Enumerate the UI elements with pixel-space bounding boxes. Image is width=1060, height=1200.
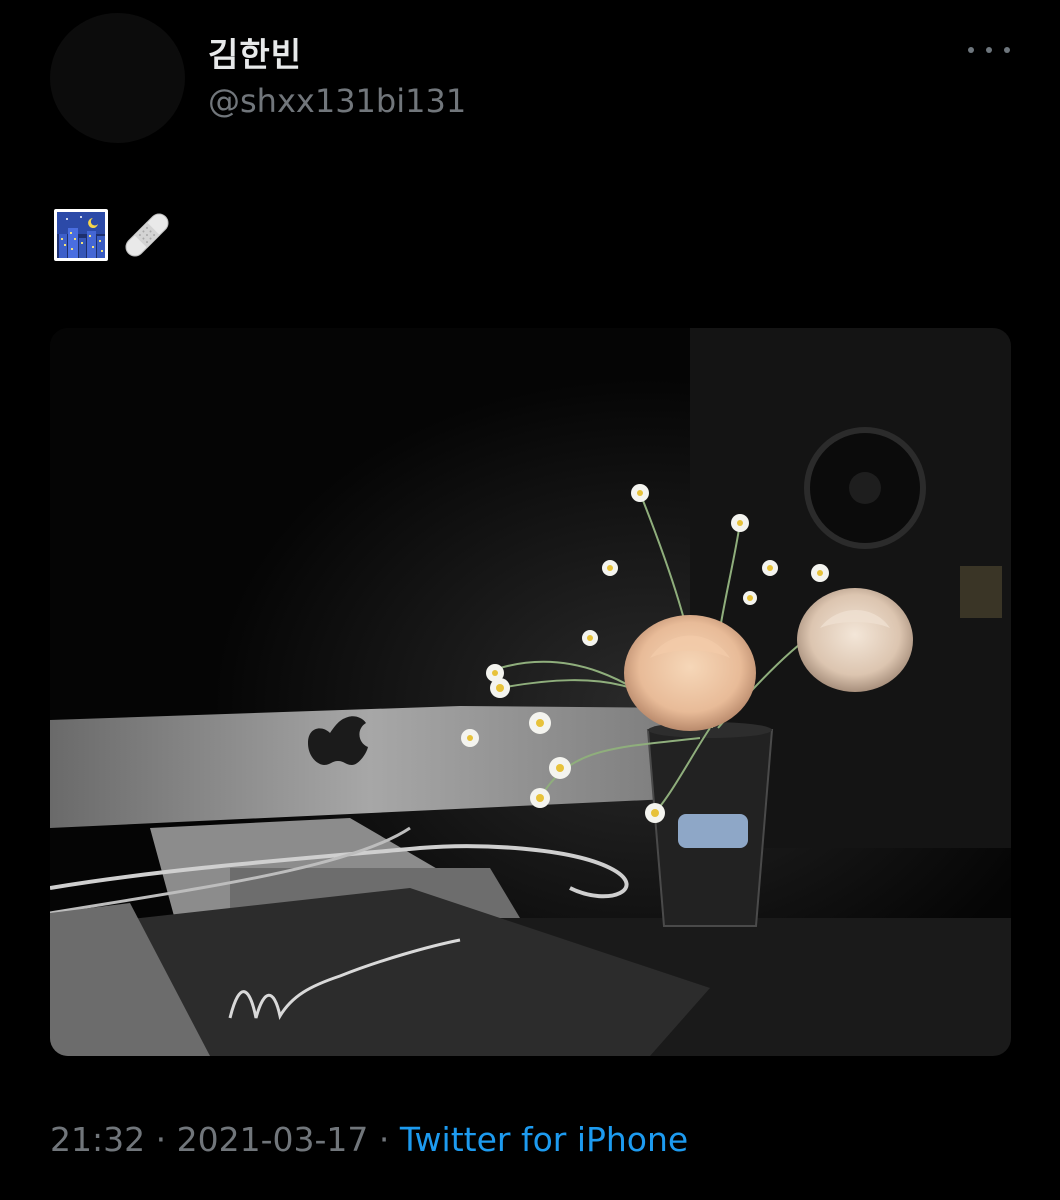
tweet-source-link[interactable]: Twitter for iPhone <box>400 1120 688 1159</box>
tweet-meta: 21:32 · 2021-03-17 · Twitter for iPhone <box>50 1120 688 1159</box>
avatar[interactable] <box>50 13 185 143</box>
tweet-time[interactable]: 21:32 <box>50 1120 145 1159</box>
meta-separator: · <box>368 1120 400 1159</box>
display-name[interactable]: 김한빈 <box>208 28 302 76</box>
more-dot-icon <box>986 47 992 53</box>
night-city-emoji-icon <box>54 209 108 261</box>
tweet-text <box>53 208 175 262</box>
meta-separator: · <box>145 1120 177 1159</box>
photo-scene <box>50 328 1011 1056</box>
more-dot-icon <box>968 47 974 53</box>
bandage-emoji-icon <box>125 213 169 257</box>
more-options-button[interactable] <box>968 35 1010 65</box>
tweet-photo[interactable] <box>50 328 1011 1056</box>
tweet-date[interactable]: 2021-03-17 <box>177 1120 369 1159</box>
more-dot-icon <box>1004 47 1010 53</box>
tweet: 김한빈 @shxx131bi131 21:32 · 2021-03-17 · T… <box>0 0 1060 1200</box>
user-handle[interactable]: @shxx131bi131 <box>208 82 466 120</box>
